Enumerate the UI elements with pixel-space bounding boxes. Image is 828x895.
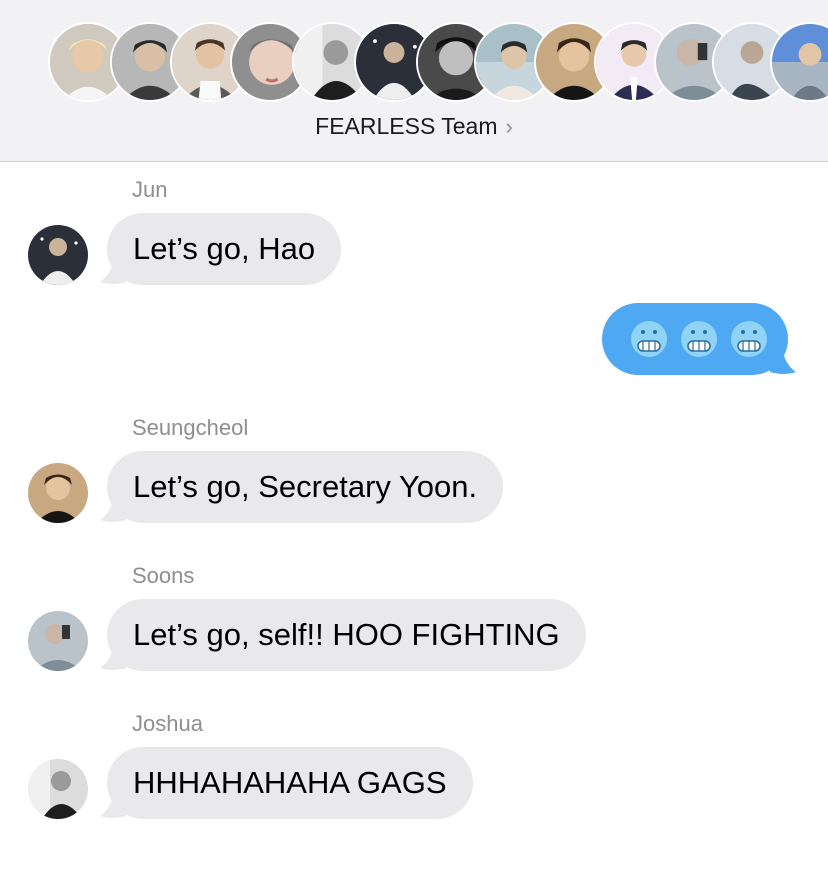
sender-avatar[interactable] bbox=[28, 225, 88, 285]
bubble-tail bbox=[770, 346, 796, 374]
sender-name: Soons bbox=[132, 563, 195, 588]
sender-avatar[interactable] bbox=[28, 759, 88, 819]
message-bubble[interactable]: HHHAHAHAHA GAGS bbox=[107, 747, 473, 819]
sender-name: Seungcheol bbox=[132, 415, 249, 440]
sender-name: Jun bbox=[132, 177, 168, 202]
group-name: FEARLESS Team bbox=[315, 113, 498, 139]
cold-face-emoji-icon bbox=[631, 321, 767, 357]
chevron-right-icon: › bbox=[505, 114, 513, 139]
sender-name: Joshua bbox=[132, 711, 203, 736]
group-avatar-stack[interactable] bbox=[0, 0, 828, 110]
conversation-header: FEARLESS Team › bbox=[0, 0, 828, 162]
sender-avatar[interactable] bbox=[28, 463, 88, 523]
message-bubble[interactable]: Let’s go, Hao bbox=[107, 213, 342, 285]
message-bubble[interactable]: Let’s go, self!! HOO FIGHTING bbox=[107, 599, 586, 671]
message-bubble[interactable]: Let’s go, Secretary Yoon. bbox=[107, 451, 504, 523]
sender-avatar[interactable] bbox=[28, 611, 88, 671]
sent-message-bubble[interactable] bbox=[602, 303, 788, 375]
group-title-button[interactable]: FEARLESS Team › bbox=[0, 111, 828, 142]
